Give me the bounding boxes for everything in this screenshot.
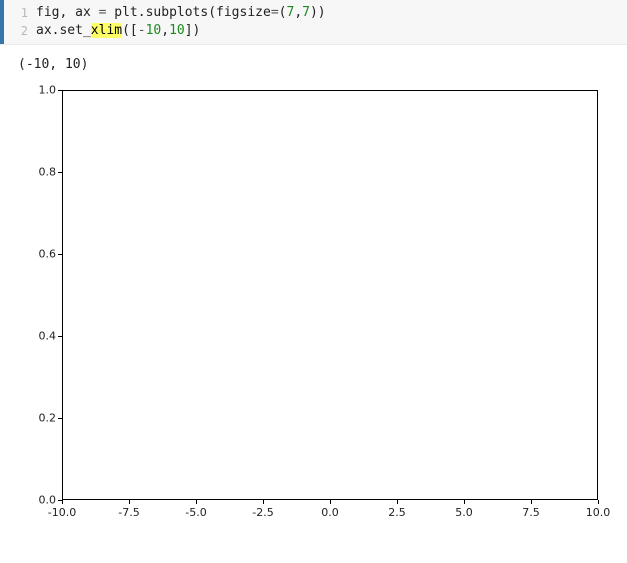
line-gutter: 1 2: [4, 0, 34, 44]
y-tick-mark: [58, 254, 62, 255]
code-token: ,: [161, 23, 169, 38]
y-tick-label: 0.8: [12, 166, 56, 179]
output-text: (-10, 10): [0, 53, 627, 78]
y-tick-label: 1.0: [12, 84, 56, 97]
code-token: ax.set_: [36, 23, 91, 38]
y-tick-label: 0.0: [12, 494, 56, 507]
line-number: 2: [4, 22, 28, 40]
x-tick-label: 2.5: [388, 506, 406, 519]
x-tick-label: 7.5: [522, 506, 540, 519]
x-tick-label: -7.5: [118, 506, 139, 519]
chart: 0.0 0.2 0.4 0.6 0.8 1.0 -10.0 -7.5 -5.0 -2.5 0.0 2.…: [12, 78, 612, 538]
x-tick-label: 5.0: [455, 506, 473, 519]
code-token: =: [271, 5, 279, 20]
code-token: 10: [169, 23, 185, 38]
x-tick-mark: [464, 500, 465, 504]
x-tick-mark: [598, 500, 599, 504]
y-tick-mark: [58, 336, 62, 337]
code-editor[interactable]: fig, ax = plt.subplots(figsize=(7,7)) ax…: [34, 0, 627, 44]
code-token: 10: [146, 23, 162, 38]
code-token: 7: [302, 5, 310, 20]
y-tick-mark: [58, 90, 62, 91]
y-tick-mark: [58, 418, 62, 419]
x-tick-mark: [62, 500, 63, 504]
code-token: ,: [294, 5, 302, 20]
x-tick-mark: [196, 500, 197, 504]
x-tick-mark: [531, 500, 532, 504]
code-token: )): [310, 5, 326, 20]
x-tick-label: -5.0: [185, 506, 206, 519]
x-tick-label: 10.0: [586, 506, 611, 519]
x-tick-label: -2.5: [252, 506, 273, 519]
x-tick-mark: [129, 500, 130, 504]
line-number: 1: [4, 4, 28, 22]
x-tick-mark: [397, 500, 398, 504]
y-tick-mark: [58, 172, 62, 173]
code-token: -: [138, 23, 146, 38]
x-tick-mark: [330, 500, 331, 504]
plot-area: [62, 90, 598, 500]
y-tick-label: 0.4: [12, 330, 56, 343]
y-tick-label: 0.6: [12, 248, 56, 261]
code-token: plt.subplots(figsize: [106, 5, 270, 20]
code-token: fig, ax: [36, 5, 99, 20]
code-token: ]): [185, 23, 201, 38]
x-tick-mark: [263, 500, 264, 504]
x-tick-label: -10.0: [48, 506, 76, 519]
y-tick-label: 0.2: [12, 412, 56, 425]
code-token: ([: [122, 23, 138, 38]
code-cell[interactable]: 1 2 fig, ax = plt.subplots(figsize=(7,7)…: [0, 0, 627, 45]
x-tick-label: 0.0: [321, 506, 339, 519]
notebook-root: 1 2 fig, ax = plt.subplots(figsize=(7,7)…: [0, 0, 627, 563]
code-token-highlight: xlim: [91, 23, 122, 38]
